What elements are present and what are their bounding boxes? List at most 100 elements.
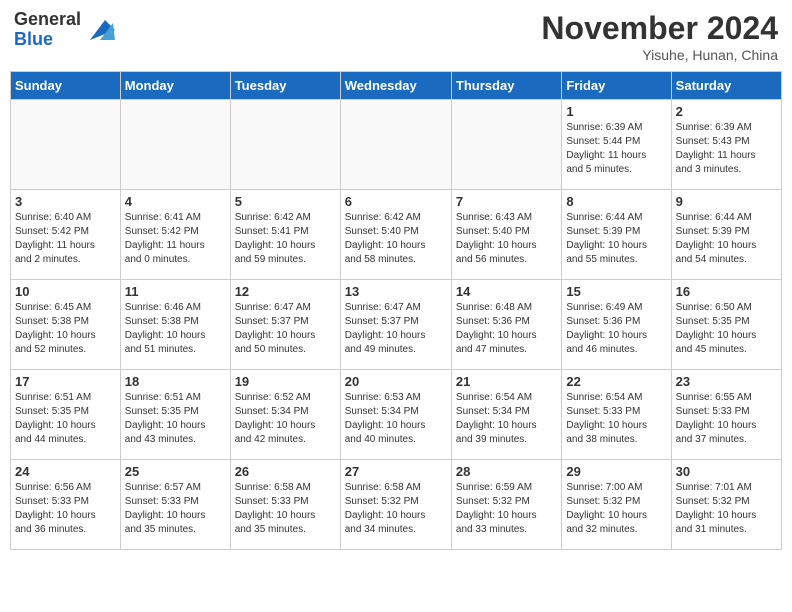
day-number: 28 [456, 464, 557, 479]
calendar-cell: 28 Sunrise: 6:59 AM Sunset: 5:32 PM Dayli… [451, 460, 561, 550]
day-number: 6 [345, 194, 447, 209]
day-info: Sunrise: 6:58 AM Sunset: 5:33 PM Dayligh… [235, 481, 336, 537]
weekday-header-thursday: Thursday [451, 72, 561, 100]
day-number: 11 [125, 284, 226, 299]
day-number: 9 [676, 194, 777, 209]
day-number: 27 [345, 464, 447, 479]
day-info: Sunrise: 6:50 AM Sunset: 5:35 PM Dayligh… [676, 301, 777, 357]
calendar-cell: 6 Sunrise: 6:42 AM Sunset: 5:40 PM Daylig… [340, 190, 451, 280]
calendar-cell: 23 Sunrise: 6:55 AM Sunset: 5:33 PM Dayli… [671, 370, 781, 460]
calendar-cell [11, 100, 121, 190]
day-info: Sunrise: 6:41 AM Sunset: 5:42 PM Dayligh… [125, 211, 226, 267]
calendar-cell: 30 Sunrise: 7:01 AM Sunset: 5:32 PM Dayli… [671, 460, 781, 550]
day-number: 2 [676, 104, 777, 119]
day-info: Sunrise: 6:39 AM Sunset: 5:43 PM Dayligh… [676, 121, 777, 177]
calendar-cell: 19 Sunrise: 6:52 AM Sunset: 5:34 PM Dayli… [230, 370, 340, 460]
calendar-cell [120, 100, 230, 190]
calendar-cell: 13 Sunrise: 6:47 AM Sunset: 5:37 PM Dayli… [340, 280, 451, 370]
calendar-cell: 1Sunrise: 6:39 AM Sunset: 5:44 PM Daylig… [562, 100, 671, 190]
day-number: 21 [456, 374, 557, 389]
calendar-cell [451, 100, 561, 190]
calendar-cell: 26 Sunrise: 6:58 AM Sunset: 5:33 PM Dayli… [230, 460, 340, 550]
calendar-cell: 27 Sunrise: 6:58 AM Sunset: 5:32 PM Dayli… [340, 460, 451, 550]
day-info: Sunrise: 6:54 AM Sunset: 5:34 PM Dayligh… [456, 391, 557, 447]
day-number: 3 [15, 194, 116, 209]
day-info: Sunrise: 6:51 AM Sunset: 5:35 PM Dayligh… [125, 391, 226, 447]
weekday-header-row: SundayMondayTuesdayWednesdayThursdayFrid… [11, 72, 782, 100]
weekday-header-sunday: Sunday [11, 72, 121, 100]
calendar-body: 1Sunrise: 6:39 AM Sunset: 5:44 PM Daylig… [11, 100, 782, 550]
day-info: Sunrise: 6:52 AM Sunset: 5:34 PM Dayligh… [235, 391, 336, 447]
calendar-cell: 25 Sunrise: 6:57 AM Sunset: 5:33 PM Dayli… [120, 460, 230, 550]
calendar-cell: 10 Sunrise: 6:45 AM Sunset: 5:38 PM Dayli… [11, 280, 121, 370]
day-number: 18 [125, 374, 226, 389]
day-number: 23 [676, 374, 777, 389]
day-number: 16 [676, 284, 777, 299]
day-info: Sunrise: 6:43 AM Sunset: 5:40 PM Dayligh… [456, 211, 557, 267]
day-info: Sunrise: 6:42 AM Sunset: 5:41 PM Dayligh… [235, 211, 336, 267]
calendar-week-4: 17Sunrise: 6:51 AM Sunset: 5:35 PM Dayli… [11, 370, 782, 460]
calendar-week-5: 24 Sunrise: 6:56 AM Sunset: 5:33 PM Dayli… [11, 460, 782, 550]
weekday-header-saturday: Saturday [671, 72, 781, 100]
day-info: Sunrise: 6:49 AM Sunset: 5:36 PM Dayligh… [566, 301, 666, 357]
calendar-cell: 29 Sunrise: 7:00 AM Sunset: 5:32 PM Dayli… [562, 460, 671, 550]
calendar-cell: 14 Sunrise: 6:48 AM Sunset: 5:36 PM Dayli… [451, 280, 561, 370]
page-header: General Blue November 2024 Yisuhe, Hunan… [10, 10, 782, 63]
day-info: Sunrise: 6:47 AM Sunset: 5:37 PM Dayligh… [235, 301, 336, 357]
day-number: 30 [676, 464, 777, 479]
day-info: Sunrise: 7:00 AM Sunset: 5:32 PM Dayligh… [566, 481, 666, 537]
calendar-cell: 18 Sunrise: 6:51 AM Sunset: 5:35 PM Dayli… [120, 370, 230, 460]
day-info: Sunrise: 6:44 AM Sunset: 5:39 PM Dayligh… [566, 211, 666, 267]
day-number: 1 [566, 104, 666, 119]
day-info: Sunrise: 6:56 AM Sunset: 5:33 PM Dayligh… [15, 481, 116, 537]
calendar-header: SundayMondayTuesdayWednesdayThursdayFrid… [11, 72, 782, 100]
calendar-week-1: 1Sunrise: 6:39 AM Sunset: 5:44 PM Daylig… [11, 100, 782, 190]
weekday-header-tuesday: Tuesday [230, 72, 340, 100]
calendar-cell: 20Sunrise: 6:53 AM Sunset: 5:34 PM Dayli… [340, 370, 451, 460]
calendar-cell: 16 Sunrise: 6:50 AM Sunset: 5:35 PM Dayli… [671, 280, 781, 370]
calendar-cell: 9Sunrise: 6:44 AM Sunset: 5:39 PM Daylig… [671, 190, 781, 280]
day-info: Sunrise: 6:53 AM Sunset: 5:34 PM Dayligh… [345, 391, 447, 447]
day-info: Sunrise: 6:55 AM Sunset: 5:33 PM Dayligh… [676, 391, 777, 447]
location-subtitle: Yisuhe, Hunan, China [541, 47, 778, 63]
day-info: Sunrise: 6:58 AM Sunset: 5:32 PM Dayligh… [345, 481, 447, 537]
calendar-cell: 4 Sunrise: 6:41 AM Sunset: 5:42 PM Daylig… [120, 190, 230, 280]
calendar-cell: 12 Sunrise: 6:47 AM Sunset: 5:37 PM Dayli… [230, 280, 340, 370]
day-info: Sunrise: 6:42 AM Sunset: 5:40 PM Dayligh… [345, 211, 447, 267]
title-block: November 2024 Yisuhe, Hunan, China [541, 10, 778, 63]
day-info: Sunrise: 6:48 AM Sunset: 5:36 PM Dayligh… [456, 301, 557, 357]
day-info: Sunrise: 6:46 AM Sunset: 5:38 PM Dayligh… [125, 301, 226, 357]
day-number: 26 [235, 464, 336, 479]
calendar-week-2: 3 Sunrise: 6:40 AM Sunset: 5:42 PM Daylig… [11, 190, 782, 280]
day-info: Sunrise: 6:59 AM Sunset: 5:32 PM Dayligh… [456, 481, 557, 537]
day-number: 4 [125, 194, 226, 209]
day-number: 12 [235, 284, 336, 299]
logo-blue-text: Blue [14, 30, 81, 50]
day-number: 25 [125, 464, 226, 479]
day-number: 5 [235, 194, 336, 209]
day-number: 14 [456, 284, 557, 299]
logo: General Blue [14, 10, 115, 50]
calendar-cell: 11 Sunrise: 6:46 AM Sunset: 5:38 PM Dayli… [120, 280, 230, 370]
calendar-cell: 3 Sunrise: 6:40 AM Sunset: 5:42 PM Daylig… [11, 190, 121, 280]
day-info: Sunrise: 6:54 AM Sunset: 5:33 PM Dayligh… [566, 391, 666, 447]
day-info: Sunrise: 6:47 AM Sunset: 5:37 PM Dayligh… [345, 301, 447, 357]
day-info: Sunrise: 6:45 AM Sunset: 5:38 PM Dayligh… [15, 301, 116, 357]
day-number: 19 [235, 374, 336, 389]
calendar-cell: 21 Sunrise: 6:54 AM Sunset: 5:34 PM Dayli… [451, 370, 561, 460]
day-number: 10 [15, 284, 116, 299]
logo-icon [85, 15, 115, 45]
day-number: 13 [345, 284, 447, 299]
day-info: Sunrise: 6:51 AM Sunset: 5:35 PM Dayligh… [15, 391, 116, 447]
day-info: Sunrise: 6:57 AM Sunset: 5:33 PM Dayligh… [125, 481, 226, 537]
calendar-cell: 22Sunrise: 6:54 AM Sunset: 5:33 PM Dayli… [562, 370, 671, 460]
day-info: Sunrise: 7:01 AM Sunset: 5:32 PM Dayligh… [676, 481, 777, 537]
day-number: 7 [456, 194, 557, 209]
calendar-cell [230, 100, 340, 190]
day-info: Sunrise: 6:40 AM Sunset: 5:42 PM Dayligh… [15, 211, 116, 267]
weekday-header-monday: Monday [120, 72, 230, 100]
day-number: 8 [566, 194, 666, 209]
calendar-cell: 15Sunrise: 6:49 AM Sunset: 5:36 PM Dayli… [562, 280, 671, 370]
day-number: 29 [566, 464, 666, 479]
day-number: 24 [15, 464, 116, 479]
